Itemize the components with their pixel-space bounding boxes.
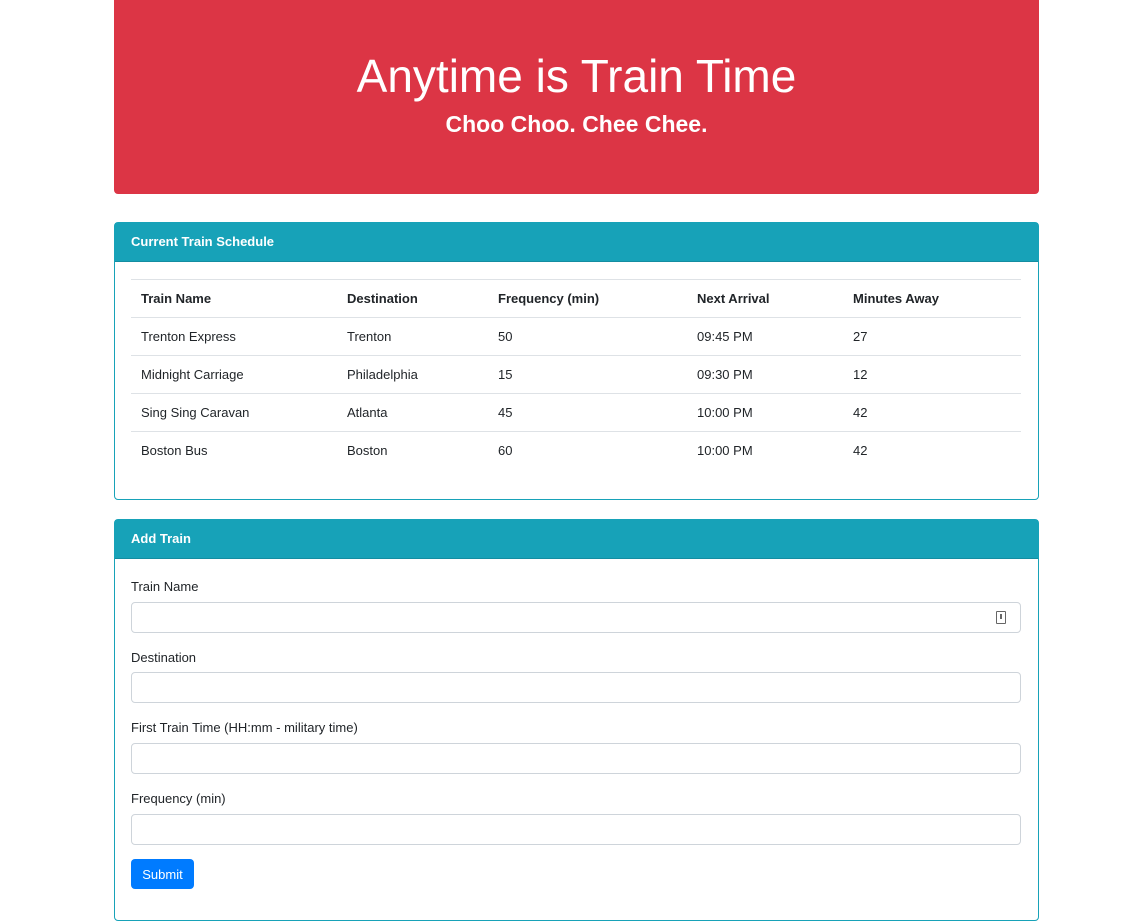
cell-next-arrival: 09:45 PM (687, 317, 843, 356)
cell-frequency: 15 (488, 355, 687, 394)
frequency-label: Frequency (min) (131, 791, 226, 806)
table-row: Boston Bus Boston 60 10:00 PM 42 (131, 431, 1021, 469)
destination-label: Destination (131, 650, 197, 665)
cell-destination: Boston (337, 431, 488, 469)
page-container: Anytime is Train Time Choo Choo. Chee Ch… (114, 0, 1039, 921)
cell-frequency: 60 (488, 431, 687, 469)
cell-train-name: Boston Bus (131, 431, 337, 469)
cell-train-name: Sing Sing Caravan (131, 393, 337, 432)
first-train-time-input[interactable] (131, 743, 1021, 774)
page-title: Anytime is Train Time (356, 50, 797, 102)
cell-frequency: 50 (488, 317, 687, 356)
cell-minutes-away: 42 (843, 393, 1021, 432)
submit-button[interactable]: Submit (131, 859, 194, 889)
add-train-card-header: Add Train (115, 520, 1038, 559)
column-header-frequency: Frequency (min) (488, 279, 687, 318)
cell-destination: Atlanta (337, 393, 488, 432)
cell-train-name: Trenton Express (131, 317, 337, 356)
cell-next-arrival: 10:00 PM (687, 431, 843, 469)
frequency-input[interactable] (131, 814, 1021, 845)
add-train-card: Add Train Train Name Destination First T… (114, 519, 1039, 921)
cell-train-name: Midnight Carriage (131, 355, 337, 394)
table-header-row: Train Name Destination Frequency (min) N… (131, 279, 1021, 318)
cell-next-arrival: 10:00 PM (687, 393, 843, 432)
page-subtitle: Choo Choo. Chee Chee. (445, 111, 708, 137)
cell-destination: Trenton (337, 317, 488, 356)
column-header-train-name: Train Name (131, 279, 337, 318)
table-row: Trenton Express Trenton 50 09:45 PM 27 (131, 317, 1021, 356)
column-header-next-arrival: Next Arrival (687, 279, 843, 318)
destination-input[interactable] (131, 672, 1021, 703)
cell-next-arrival: 09:30 PM (687, 355, 843, 394)
column-header-destination: Destination (337, 279, 488, 318)
cell-minutes-away: 12 (843, 355, 1021, 394)
schedule-card: Current Train Schedule Train Name Destin… (114, 222, 1039, 500)
first-train-time-label: First Train Time (HH:mm - military time) (131, 720, 358, 735)
cell-minutes-away: 42 (843, 431, 1021, 469)
table-row: Sing Sing Caravan Atlanta 45 10:00 PM 42 (131, 393, 1021, 432)
cell-frequency: 45 (488, 393, 687, 432)
train-name-input[interactable] (131, 602, 1021, 633)
schedule-card-header: Current Train Schedule (115, 223, 1038, 262)
table-row: Midnight Carriage Philadelphia 15 09:30 … (131, 355, 1021, 394)
password-manager-icon[interactable] (996, 611, 1006, 624)
jumbotron: Anytime is Train Time Choo Choo. Chee Ch… (114, 0, 1039, 194)
cell-minutes-away: 27 (843, 317, 1021, 356)
cell-destination: Philadelphia (337, 355, 488, 394)
schedule-table: Train Name Destination Frequency (min) N… (131, 279, 1021, 469)
train-name-label: Train Name (131, 579, 199, 594)
column-header-minutes-away: Minutes Away (843, 279, 1021, 318)
